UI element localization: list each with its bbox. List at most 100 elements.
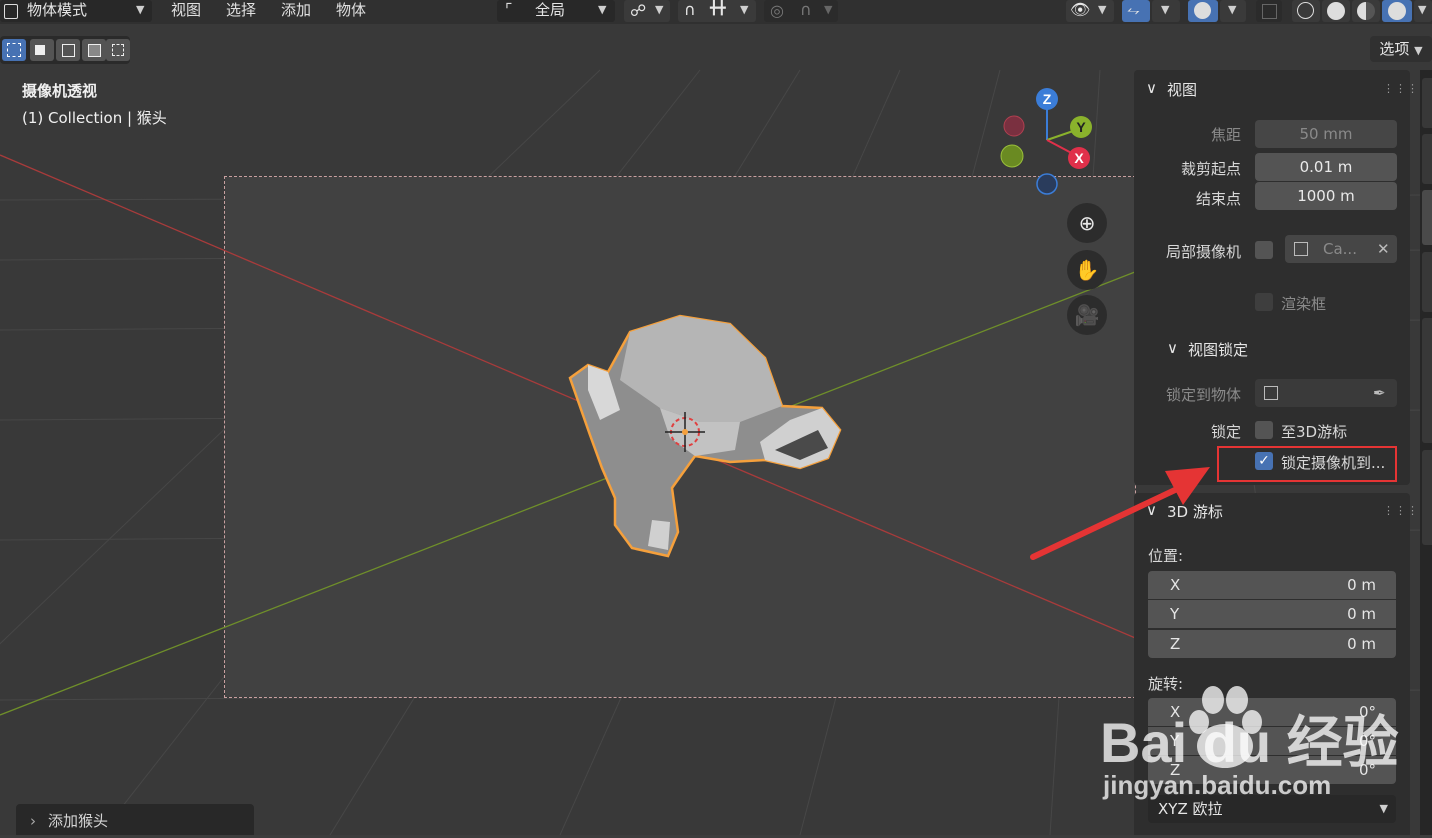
render-region-label: 渲染框 <box>1281 295 1327 313</box>
eyedropper-icon[interactable]: ✒ <box>1373 379 1386 407</box>
render-region-checkbox[interactable] <box>1255 293 1273 311</box>
snap-toggle[interactable]: ∩ ╋╋ ▼ <box>678 0 756 22</box>
chevron-down-icon: ▼ <box>136 3 145 16</box>
tab-view[interactable] <box>1422 190 1432 245</box>
last-operator-panel[interactable]: › 添加猴头 <box>16 804 254 835</box>
focal-length-field[interactable]: 50 mm <box>1255 120 1397 148</box>
clip-start-label: 裁剪起点 <box>1180 160 1241 178</box>
overlays-dropdown[interactable]: ▼ <box>1220 0 1246 22</box>
transform-orientation-dropdown[interactable]: ⌜ 全局 ▼ <box>497 0 615 22</box>
chevron-down-icon: ▼ <box>1098 3 1107 16</box>
annotation-arrow <box>1030 467 1210 560</box>
lock-to-object-label: 锁定到物体 <box>1165 386 1241 404</box>
view-lock-title[interactable]: 视图锁定 <box>1188 339 1248 360</box>
chevron-down-icon: ▼ <box>740 3 749 16</box>
local-camera-label: 局部摄像机 <box>1165 243 1241 261</box>
shading-rendered[interactable] <box>1382 0 1412 22</box>
pivot-point-dropdown[interactable]: ☍ ▼ <box>624 0 670 22</box>
shading-dropdown[interactable]: ▼ <box>1414 0 1432 22</box>
wireframe-icon <box>1297 2 1314 19</box>
gizmo-dropdown[interactable]: ▼ <box>1152 0 1180 22</box>
tab-edit[interactable] <box>1422 252 1432 312</box>
chevron-down-icon: ▼ <box>824 3 833 16</box>
zoom-button[interactable]: ⊕ <box>1067 203 1107 243</box>
view-panel-title[interactable]: 视图 <box>1167 79 1197 100</box>
select-new-icon <box>7 43 21 57</box>
overlays-icon <box>1194 2 1211 19</box>
mode-dropdown[interactable]: 物体模式 ▼ <box>0 0 152 22</box>
select-extend-icon <box>35 45 45 55</box>
subpanel-collapse-icon[interactable]: ∨ <box>1167 339 1178 357</box>
select-invert-button[interactable] <box>82 39 106 61</box>
navigation-gizmo[interactable]: Z Y X <box>995 85 1100 200</box>
tab-item[interactable] <box>1422 78 1432 128</box>
shading-material[interactable] <box>1352 0 1380 22</box>
shading-wireframe[interactable] <box>1292 0 1320 22</box>
drag-handle-icon[interactable]: ⋮⋮⋮ <box>1383 504 1419 517</box>
select-subtract-icon <box>62 44 75 57</box>
options-label: 选项 <box>1379 40 1410 58</box>
gizmo-toggle[interactable]: ⥊ <box>1122 0 1150 22</box>
pan-button[interactable]: ✋ <box>1067 250 1107 290</box>
select-invert-icon <box>88 44 101 57</box>
chevron-down-icon: ▼ <box>1414 44 1423 57</box>
orientation-label: 全局 <box>535 1 566 19</box>
location-z-field[interactable]: Z 0 m <box>1148 630 1396 658</box>
drag-handle-icon[interactable]: ⋮⋮⋮ <box>1383 82 1419 95</box>
mode-label: 物体模式 <box>27 1 88 19</box>
options-dropdown[interactable]: 选项 ▼ <box>1370 36 1432 62</box>
falloff-curve-icon: ∩ <box>800 0 812 19</box>
overlays-toggle[interactable] <box>1188 0 1218 22</box>
local-camera-checkbox[interactable] <box>1255 241 1273 259</box>
shading-solid[interactable] <box>1322 0 1350 22</box>
menu-add[interactable]: 添加 <box>281 0 311 22</box>
axis-label: Y <box>1170 605 1180 623</box>
camera-icon: 🎥 <box>1074 303 1100 327</box>
clip-start-field[interactable]: 0.01 m <box>1255 153 1397 181</box>
suzanne-mesh[interactable] <box>560 310 850 560</box>
axis-label: X <box>1170 576 1181 594</box>
chevron-down-icon: ▼ <box>1161 3 1170 16</box>
camera-object-icon <box>1294 242 1308 256</box>
gizmo-icon: ⥊ <box>1127 0 1140 19</box>
tab-addon-2[interactable] <box>1422 450 1432 545</box>
location-y-value: 0 m <box>1347 605 1376 623</box>
menu-object[interactable]: 物体 <box>336 0 366 22</box>
lock-to-cursor-checkbox[interactable] <box>1255 421 1273 439</box>
object-icon <box>1264 386 1278 400</box>
tab-tool[interactable] <box>1422 134 1432 184</box>
select-subtract-button[interactable] <box>56 39 80 61</box>
location-x-field[interactable]: X 0 m <box>1148 571 1396 599</box>
clip-end-value: 1000 m <box>1297 187 1355 205</box>
clip-end-field[interactable]: 1000 m <box>1255 182 1397 210</box>
select-new-button[interactable] <box>2 39 26 61</box>
axis-label: Z <box>1170 635 1181 653</box>
eye-icon: 👁 <box>1070 0 1091 19</box>
menu-view[interactable]: 视图 <box>171 0 201 22</box>
local-camera-field[interactable]: Ca... ✕ <box>1285 235 1397 263</box>
orientation-axes-icon: ⌜ <box>505 0 513 19</box>
gizmo-z-label: Z <box>1043 91 1052 107</box>
zoom-icon: ⊕ <box>1078 211 1096 235</box>
lock-to-object-field[interactable]: ✒ <box>1255 379 1397 407</box>
panel-collapse-icon[interactable]: ∨ <box>1146 79 1157 97</box>
clear-icon[interactable]: ✕ <box>1377 235 1390 263</box>
chevron-down-icon: ▼ <box>655 3 664 16</box>
local-camera-value: Ca... <box>1323 240 1357 258</box>
chevron-down-icon: ▼ <box>1228 3 1237 16</box>
proportional-edit-toggle[interactable]: ◎ ∩ ▼ <box>764 0 838 22</box>
camera-view-button[interactable]: 🎥 <box>1067 295 1107 335</box>
xray-toggle[interactable] <box>1256 0 1282 22</box>
menu-select[interactable]: 选择 <box>226 0 256 22</box>
chevron-down-icon: ▼ <box>1418 3 1427 16</box>
select-extend-button[interactable] <box>30 39 54 61</box>
hand-icon: ✋ <box>1074 258 1100 282</box>
rendered-icon <box>1388 2 1406 20</box>
location-y-field[interactable]: Y 0 m <box>1148 600 1396 628</box>
visibility-dropdown[interactable]: 👁 ▼ <box>1066 0 1114 22</box>
select-intersect-button[interactable] <box>106 39 130 61</box>
focal-length-value: 50 mm <box>1299 125 1353 143</box>
view-name: 摄像机透视 <box>22 82 98 100</box>
tab-addon[interactable] <box>1422 318 1432 443</box>
focal-length-label: 焦距 <box>1210 126 1241 144</box>
